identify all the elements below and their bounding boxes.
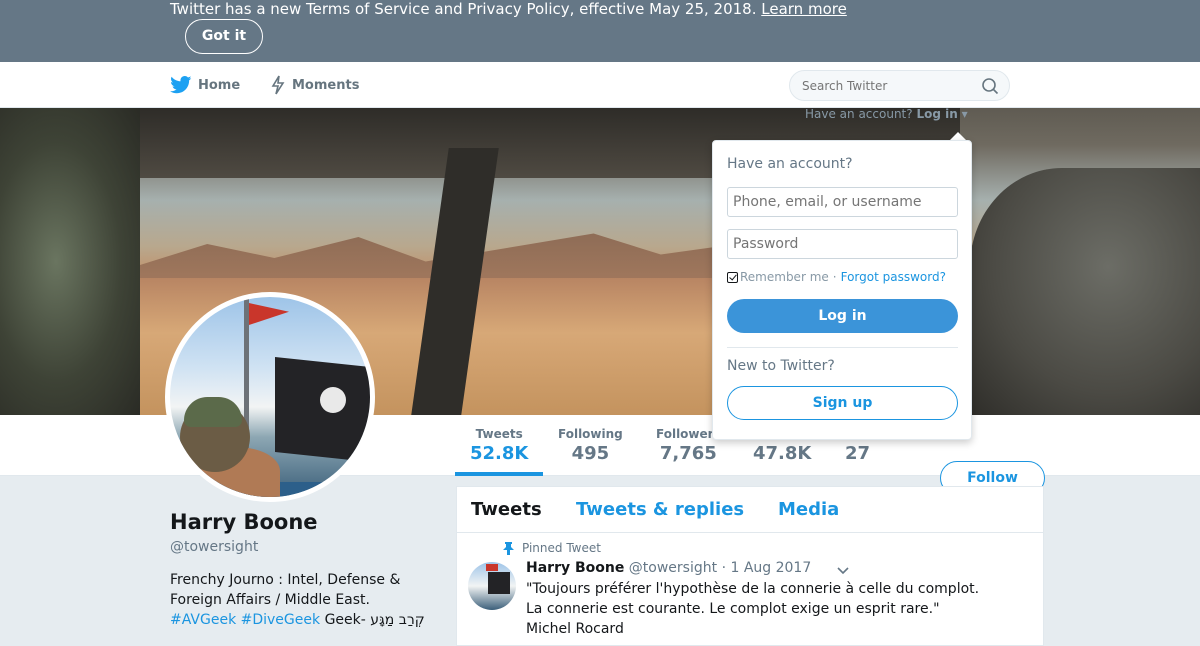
dropdown-divider — [727, 347, 958, 348]
search-input[interactable] — [802, 77, 972, 95]
stat-followers-label: Followers — [656, 427, 721, 441]
stat-tweets[interactable]: Tweets 52.8K — [470, 427, 528, 464]
terms-banner-message: Twitter has a new Terms of Service and P… — [170, 0, 757, 18]
pin-icon — [503, 541, 514, 555]
lightning-icon — [271, 75, 285, 95]
login-dropdown-caret — [950, 132, 966, 140]
bio-rest: Geek- קְרַב מַגָּע — [324, 612, 425, 628]
tweet-header: Harry Boone @towersight · 1 Aug 2017 — [526, 560, 811, 576]
bio-line-3: #AVGeek #DiveGeek Geek- קְרַב מַגָּע — [170, 610, 440, 630]
active-stat-underline — [455, 472, 543, 476]
profile-name[interactable]: Harry Boone — [170, 510, 318, 534]
tweet-avatar-pirate-flag — [488, 572, 510, 594]
tweet-avatar-red-flag — [486, 564, 498, 571]
nav-home[interactable]: Home — [170, 75, 240, 95]
profile-bio: Frenchy Journo : Intel, Defense & Foreig… — [170, 570, 440, 630]
tweet-date[interactable]: · 1 Aug 2017 — [722, 560, 812, 576]
remember-separator: · — [832, 270, 837, 284]
stat-following[interactable]: Following 495 — [558, 427, 623, 464]
stat-followers[interactable]: Followers 7,765 — [656, 427, 721, 464]
remember-row: Remember me · Forgot password? — [727, 270, 946, 284]
remember-me-label[interactable]: Remember me — [740, 270, 829, 284]
tweet-text: "Toujours préférer l'hypothèse de la con… — [526, 579, 1026, 639]
remember-me-checkbox[interactable] — [727, 271, 738, 283]
stat-tweets-label: Tweets — [475, 427, 523, 441]
tweet-author-handle[interactable]: @towersight — [629, 560, 717, 576]
avatar-person-cap — [184, 397, 242, 427]
have-account-prompt: Have an account? Log in ▾ — [805, 107, 968, 121]
nav-moments-label: Moments — [292, 77, 360, 93]
bio-line-2: Foreign Affairs / Middle East. — [170, 592, 370, 608]
stat-following-label: Following — [558, 427, 623, 441]
learn-more-link[interactable]: Learn more — [761, 0, 847, 18]
nav-moments[interactable]: Moments — [270, 75, 359, 95]
stat-followers-value: 7,765 — [659, 443, 717, 464]
nav-home-label: Home — [198, 77, 241, 93]
avatar-red-flag — [249, 303, 289, 325]
tweet-avatar[interactable] — [468, 562, 516, 610]
avatar-skull — [320, 387, 346, 413]
tab-tweets-replies[interactable]: Tweets & replies — [576, 499, 744, 520]
caret-down-icon: ▾ — [961, 107, 968, 121]
terms-banner: Twitter has a new Terms of Service and P… — [0, 0, 1200, 62]
login-dropdown-title: Have an account? — [727, 156, 853, 172]
new-to-twitter-label: New to Twitter? — [727, 358, 835, 374]
got-it-button[interactable]: Got it — [185, 19, 263, 54]
have-account-label: Have an account? — [805, 107, 913, 121]
forgot-password-link[interactable]: Forgot password? — [841, 270, 946, 284]
twitter-bird-icon — [170, 76, 192, 94]
header-pilot-left — [0, 108, 140, 415]
pinned-tweet-context: Pinned Tweet — [503, 541, 601, 555]
tab-tweets[interactable]: Tweets — [471, 499, 542, 520]
login-dropdown-toggle[interactable]: Log in — [916, 107, 957, 121]
terms-banner-text: Twitter has a new Terms of Service and P… — [170, 0, 847, 18]
avatar-pirate-flag — [275, 357, 370, 462]
search-box[interactable] — [789, 70, 1010, 101]
pinned-tweet-label: Pinned Tweet — [522, 541, 601, 555]
profile-avatar[interactable] — [165, 292, 375, 502]
tweet-text-line-2: La connerie est courante. Le complot exi… — [526, 601, 940, 617]
tweet-text-line-1: "Toujours préférer l'hypothèse de la con… — [526, 581, 980, 597]
signup-button[interactable]: Sign up — [727, 386, 958, 420]
password-field[interactable] — [727, 229, 958, 259]
profile-handle[interactable]: @towersight — [170, 539, 258, 555]
hashtag-avgeek[interactable]: #AVGeek — [170, 612, 236, 628]
top-nav: Home Moments — [0, 62, 1200, 108]
stat-following-value: 495 — [571, 443, 610, 464]
tweet-text-line-3: Michel Rocard — [526, 621, 624, 637]
stat-lists-value: 27 — [845, 443, 871, 464]
tweet-author-name[interactable]: Harry Boone — [526, 560, 624, 576]
hashtag-divegeek[interactable]: #DiveGeek — [241, 612, 320, 628]
timeline-tabs: Tweets Tweets & replies Media — [457, 487, 1043, 533]
tab-media[interactable]: Media — [778, 499, 839, 520]
bio-line-1: Frenchy Journo : Intel, Defense & — [170, 572, 401, 588]
stat-tweets-value: 52.8K — [470, 443, 529, 464]
username-field[interactable] — [727, 187, 958, 217]
chevron-down-icon[interactable] — [835, 563, 851, 579]
login-dropdown: Have an account? Remember me · Forgot pa… — [712, 140, 972, 440]
stat-likes-value: 47.8K — [753, 443, 812, 464]
login-button[interactable]: Log in — [727, 299, 958, 333]
timeline: Tweets Tweets & replies Media Pinned Twe… — [456, 486, 1044, 646]
header-pilot-right — [970, 168, 1200, 415]
search-icon[interactable] — [981, 77, 999, 95]
